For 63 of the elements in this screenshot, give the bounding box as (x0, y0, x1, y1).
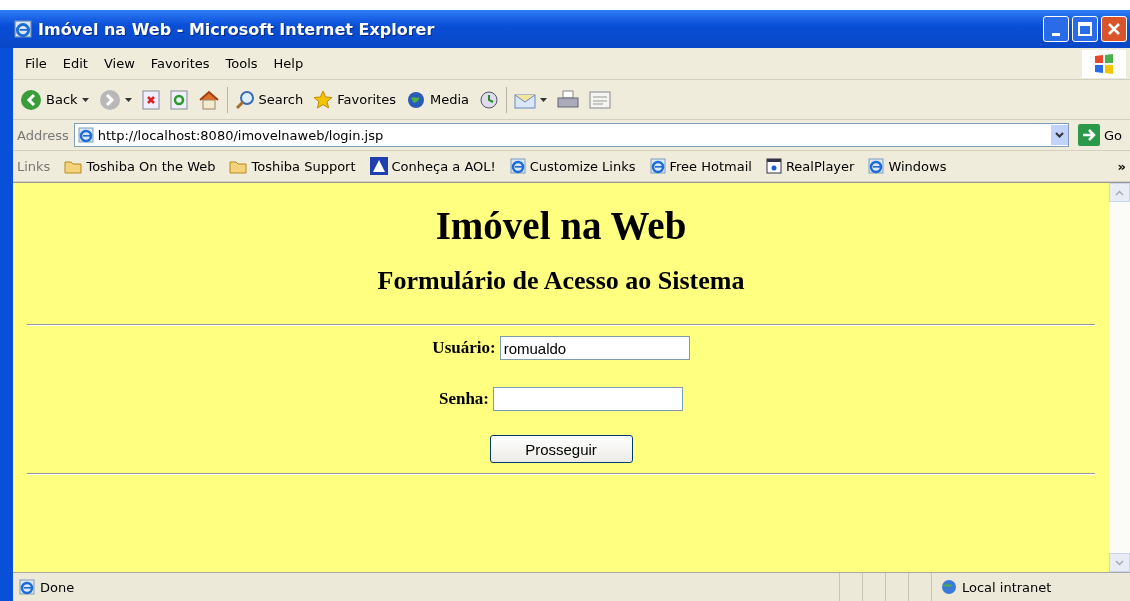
menu-item[interactable]: File (17, 56, 55, 71)
address-url: http://localhost:8080/imovelnaweb/login.jsp (97, 127, 384, 143)
folder-icon (229, 158, 248, 174)
player-window-icon (765, 158, 782, 174)
link-item[interactable]: Toshiba On the Web (64, 158, 216, 174)
page-heading: Imóvel na Web (435, 203, 687, 248)
menu-item[interactable]: Help (265, 56, 312, 71)
printer-icon (557, 89, 579, 110)
stop-icon (141, 89, 160, 110)
link-item[interactable]: Toshiba Support (229, 158, 356, 174)
favorites-button[interactable]: Favorites (310, 87, 399, 112)
document-icon (589, 89, 611, 110)
close-button[interactable] (1101, 16, 1127, 42)
more-links-chevron[interactable]: » (1117, 158, 1126, 174)
status-text: Done (40, 579, 75, 595)
address-label: Address (17, 127, 69, 143)
field-label: Senha: (438, 389, 490, 409)
minimize-button[interactable] (1043, 16, 1069, 42)
link-item[interactable]: RealPlayer (765, 158, 855, 174)
address-field[interactable]: http://localhost:8080/imovelnaweb/login.jsp (73, 123, 1069, 147)
maximize-button[interactable] (1072, 16, 1098, 42)
globe-icon (405, 89, 426, 110)
minimize-icon (1052, 32, 1060, 36)
page-subheading: Formulário de Acesso ao Sistema (377, 266, 745, 296)
ie-icon (14, 20, 32, 38)
link-item[interactable]: Conheça a AOL! (369, 157, 496, 175)
media-button[interactable]: Media (402, 87, 472, 112)
star-icon (313, 89, 334, 110)
input-field[interactable] (493, 387, 684, 411)
folder-icon (64, 158, 83, 174)
home-icon (197, 88, 220, 111)
caret-icon (540, 97, 547, 102)
zone-text: Local intranet (962, 579, 1052, 595)
submit-button[interactable]: Prosseguir (489, 435, 633, 463)
caret-icon (81, 97, 89, 102)
ie-icon (868, 158, 885, 174)
field-label: Usuário: (432, 338, 496, 358)
link-item[interactable]: Free Hotmail (649, 158, 752, 174)
refresh-icon (169, 89, 188, 110)
network-globe-icon (940, 578, 958, 596)
links-label: Links (17, 158, 51, 174)
search-icon (234, 89, 255, 110)
windows-flag-icon (1093, 52, 1115, 75)
ie-icon (77, 127, 94, 143)
back-button[interactable]: Back (17, 86, 92, 113)
go-button[interactable]: Go (1073, 124, 1126, 146)
menu-item[interactable]: Favorites (142, 56, 218, 71)
menu-item[interactable]: View (95, 56, 143, 71)
search-button[interactable]: Search (231, 87, 307, 112)
ie-icon (509, 158, 526, 174)
close-icon (1107, 22, 1121, 36)
window-title: Imóvel na Web - Microsoft Internet Explorer (38, 19, 436, 39)
ie-icon (19, 579, 35, 595)
triangle-logo-icon (369, 157, 388, 175)
ie-icon (649, 158, 666, 174)
menu-item[interactable]: Edit (54, 56, 96, 71)
menu-item[interactable]: Tools (217, 56, 266, 71)
maximize-icon (1078, 22, 1092, 36)
clock-icon (479, 89, 499, 110)
link-item[interactable]: Windows (868, 158, 947, 174)
caret-icon (124, 97, 132, 102)
input-field[interactable]: romualdo (499, 336, 690, 360)
link-item[interactable]: Customize Links (509, 158, 636, 174)
